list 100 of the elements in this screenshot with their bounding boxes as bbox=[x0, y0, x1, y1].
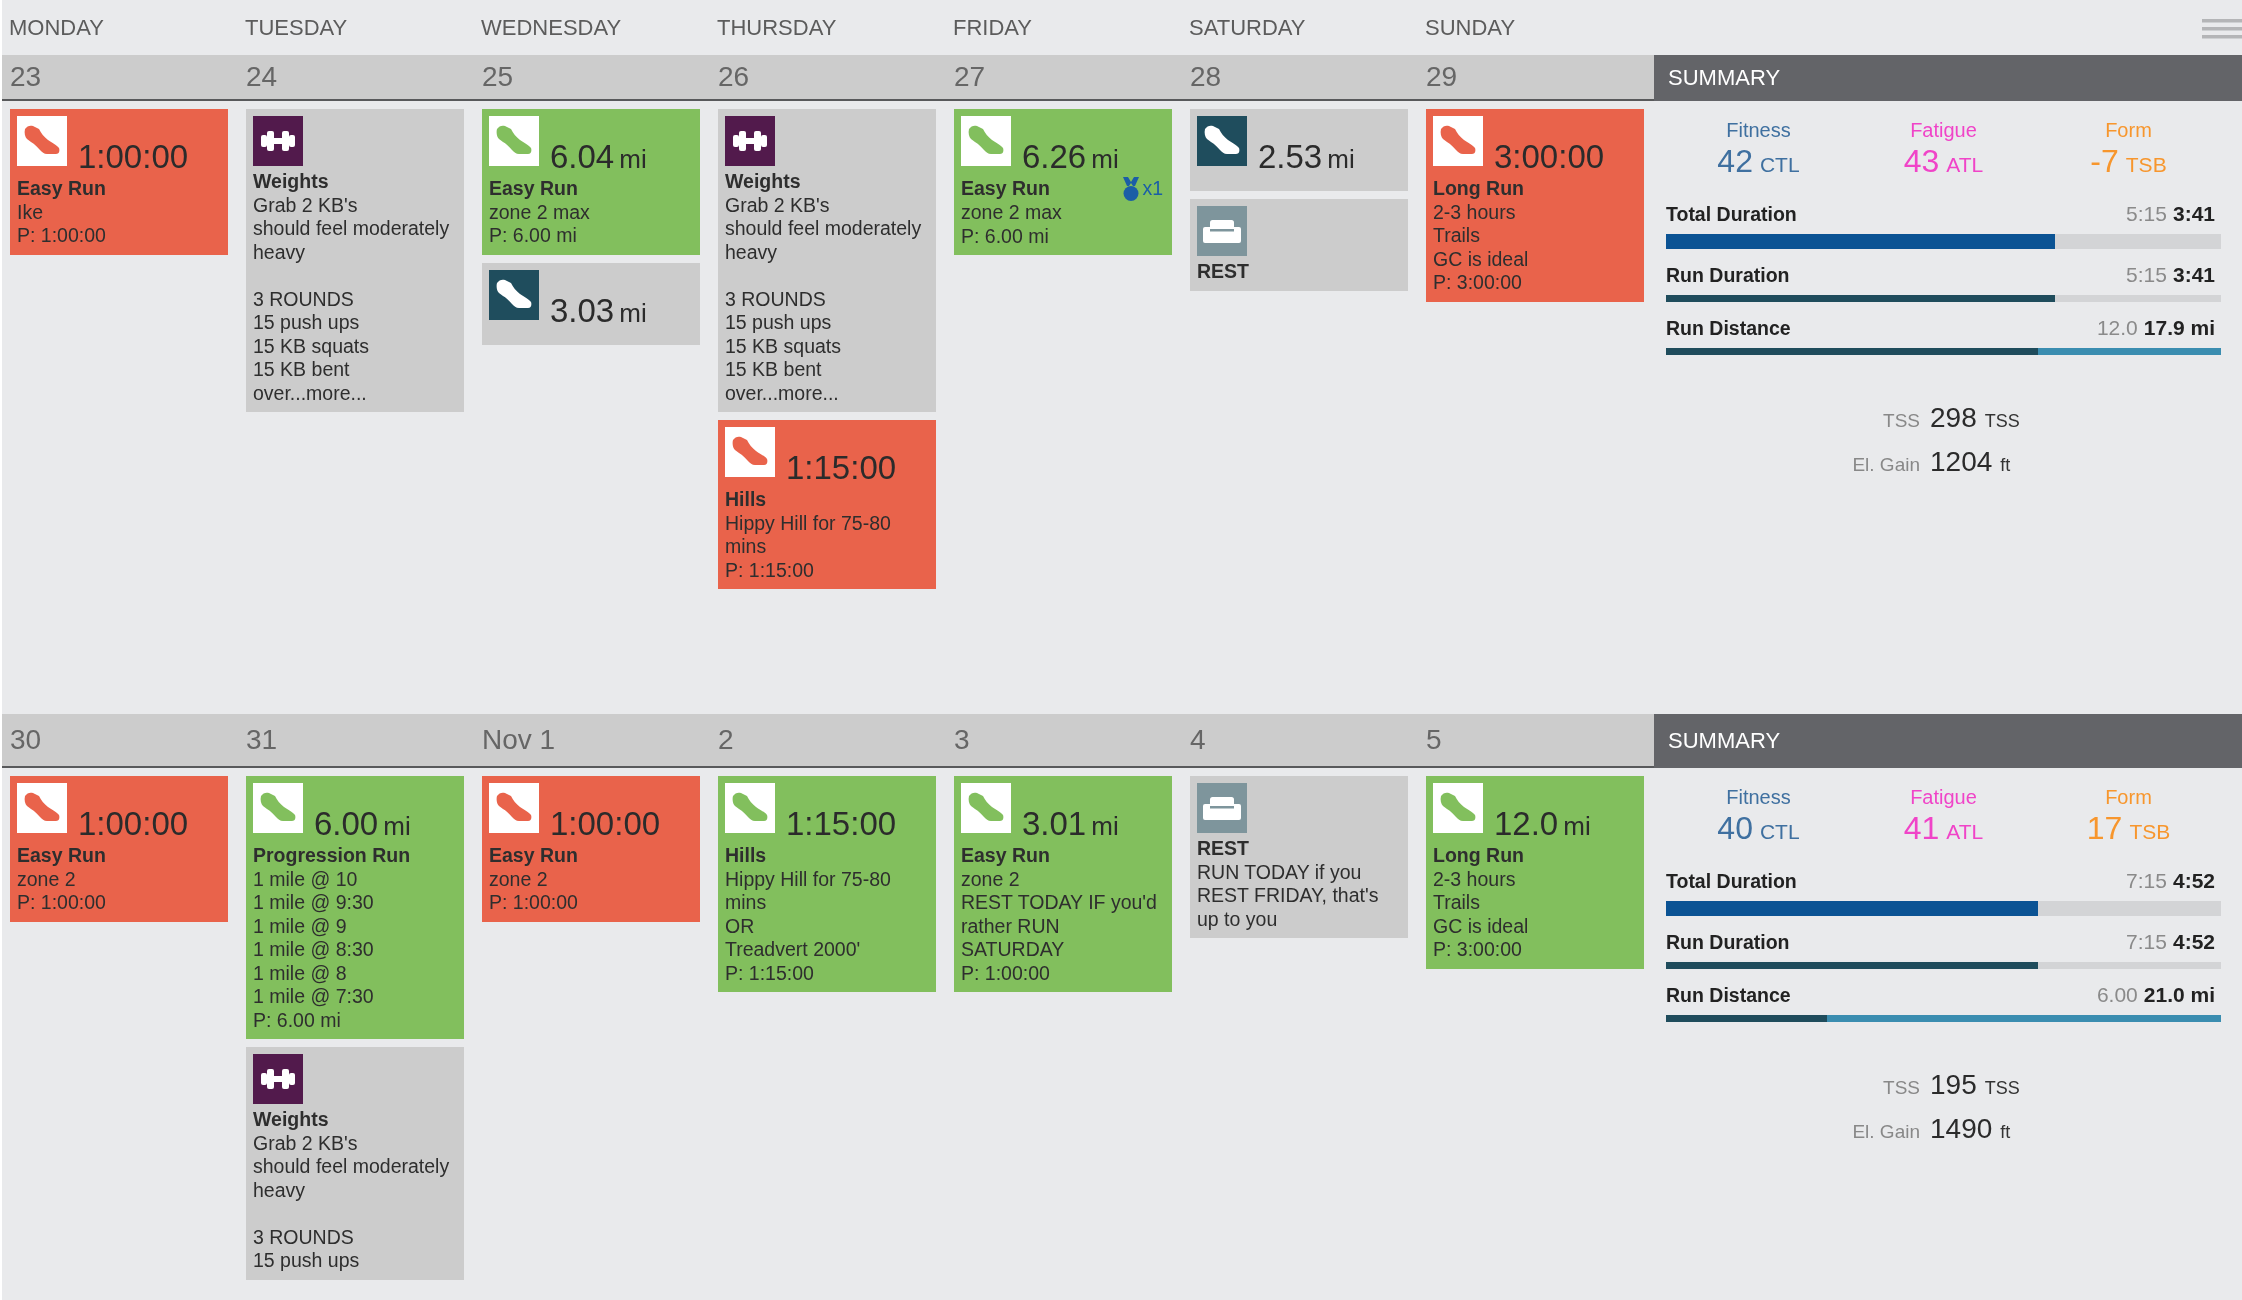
workout-title: Long Run bbox=[1433, 177, 1524, 201]
stat-value: 12.0 bbox=[2096, 316, 2138, 340]
planned-value: P: 6.00 mi bbox=[253, 1008, 342, 1032]
workout-card[interactable]: 1:00:00 Easy Run zone 2 P: 1:00:00 bbox=[482, 776, 700, 922]
date-label: 27 bbox=[953, 61, 987, 93]
workout-card[interactable]: Weights Grab 2 KB's should feel moderately heavy 3 ROUNDS 15 push ups bbox=[246, 1047, 464, 1280]
workout-title: Hills bbox=[725, 844, 767, 868]
workout-card[interactable]: Weights Grab 2 KB's should feel moderately heavy 3 ROUNDS 15 push ups 15 KB squats 15 KB bent over...more... bbox=[246, 109, 464, 412]
date-label: 4 bbox=[1189, 724, 1207, 756]
day-name: SATURDAY bbox=[1188, 14, 1307, 41]
summary-header: SUMMARY bbox=[1654, 55, 2242, 101]
metric-unit: mi bbox=[619, 299, 647, 326]
stat-value: 7:15 bbox=[2126, 869, 2167, 893]
workout-card[interactable]: 2.53 mi bbox=[1190, 109, 1408, 191]
workout-title: Easy Run bbox=[17, 844, 106, 868]
metric-unit: TSB bbox=[2129, 819, 2171, 845]
stat-label: Run Duration bbox=[1666, 930, 1790, 954]
workout-title: Easy Run bbox=[961, 844, 1050, 868]
date-label: 29 bbox=[1425, 61, 1459, 93]
workout-description: 2-3 hours Trails GC is ideal bbox=[1433, 200, 1530, 271]
metric-unit: CTL bbox=[1759, 152, 1800, 178]
dumbbell-icon bbox=[725, 116, 775, 166]
metric-unit: mi bbox=[1091, 146, 1119, 172]
menu-icon[interactable] bbox=[2202, 19, 2242, 40]
badge-count: x1 bbox=[1142, 177, 1163, 201]
stat-value: 7:15 bbox=[2126, 930, 2167, 954]
workout-card[interactable]: 6.04 mi Easy Run zone 2 max P: 6.00 mi bbox=[482, 109, 700, 255]
shoe-icon bbox=[961, 783, 1011, 833]
stat-unit: TSS bbox=[1984, 1078, 2020, 1099]
metric-label: Form bbox=[2104, 785, 2153, 809]
metric-value: -7 bbox=[2090, 142, 2119, 180]
date-label: 30 bbox=[9, 724, 43, 756]
metric-value: 6.04 bbox=[550, 140, 615, 173]
workout-card[interactable]: 1:00:00 Easy Run zone 2 P: 1:00:00 bbox=[10, 776, 228, 922]
workout-description: Grab 2 KB's should feel moderately heavy 3 ROUNDS 15 push ups 15 KB squats 15 KB bent over...more... bbox=[725, 193, 923, 405]
stat-label: Run Duration bbox=[1666, 263, 1790, 287]
metric-unit: mi bbox=[1563, 813, 1591, 839]
workout-card[interactable]: 1:15:00 Hills Hippy Hill for 75-80 mins OR Treadvert 2000' P: 1:15:00 bbox=[718, 776, 936, 992]
metric-value: 2.53 bbox=[1258, 140, 1323, 173]
metric-unit: ATL bbox=[1946, 819, 1984, 845]
date-label: 26 bbox=[717, 61, 751, 93]
workout-card[interactable]: 3.01 mi Easy Run zone 2 REST TODAY IF you'd rather RUN SATURDAY P: 1:00:00 bbox=[954, 776, 1172, 992]
shoe-icon bbox=[725, 427, 775, 477]
shoe-icon bbox=[253, 783, 303, 833]
workout-description: Ike bbox=[17, 200, 44, 224]
workout-card[interactable]: REST RUN TODAY if you REST FRIDAY, that's up to you bbox=[1190, 776, 1408, 938]
workout-card[interactable]: 1:00:00 Easy Run Ike P: 1:00:00 bbox=[10, 109, 228, 255]
workout-title: Easy Run bbox=[961, 177, 1050, 201]
workout-description: 1 mile @ 10 1 mile @ 9:30 1 mile @ 9 1 mile @ 8:30 1 mile @ 8 1 mile @ 7:30 bbox=[253, 867, 375, 1009]
workout-title: Easy Run bbox=[17, 177, 106, 201]
workout-title: Progression Run bbox=[253, 844, 411, 868]
workout-card[interactable]: 1:15:00 Hills Hippy Hill for 75-80 mins P: 1:15:00 bbox=[718, 420, 936, 589]
summary-header: SUMMARY bbox=[1654, 714, 2242, 768]
shoe-icon bbox=[1433, 783, 1483, 833]
workout-card[interactable]: 6.00 mi Progression Run 1 mile @ 10 1 mile @ 9:30 1 mile @ 9 1 mile @ 8:30 1 mile @ 8 1 mile @ 7:30 P: 6.00 mi bbox=[246, 776, 464, 1039]
couch-icon bbox=[1197, 783, 1247, 833]
day-name: THURSDAY bbox=[716, 14, 838, 41]
workout-description: Grab 2 KB's should feel moderately heavy 3 ROUNDS 15 push ups bbox=[253, 1131, 451, 1273]
stat-label: TSS bbox=[1883, 410, 1920, 432]
workout-description: zone 2 max bbox=[961, 201, 1063, 225]
workout-card[interactable]: REST bbox=[1190, 199, 1408, 291]
date-label: 5 bbox=[1425, 724, 1443, 756]
shoe-icon bbox=[1433, 116, 1483, 166]
day-name: TUESDAY bbox=[244, 14, 349, 41]
day-name: FRIDAY bbox=[952, 14, 1034, 41]
planned-value: P: 1:00:00 bbox=[17, 891, 107, 915]
shoe-icon bbox=[1197, 116, 1247, 166]
metric-unit: mi bbox=[619, 146, 647, 172]
workout-title: Weights bbox=[253, 170, 329, 194]
shoe-icon bbox=[489, 783, 539, 833]
stat-label: Run Distance bbox=[1666, 316, 1791, 340]
metric-value: 1:00:00 bbox=[550, 807, 661, 840]
stat-total: 17.9 mi bbox=[2143, 316, 2215, 340]
workout-title: Easy Run bbox=[489, 177, 578, 201]
date-label: 23 bbox=[9, 61, 43, 93]
workout-card[interactable]: Weights Grab 2 KB's should feel moderately heavy 3 ROUNDS 15 push ups 15 KB squats 15 KB bent over...more... bbox=[718, 109, 936, 412]
metric-label: Fatigue bbox=[1909, 118, 1978, 142]
shoe-icon bbox=[961, 116, 1011, 166]
planned-value: P: 3:00:00 bbox=[1433, 271, 1523, 295]
shoe-icon bbox=[489, 269, 539, 320]
day-name: MONDAY bbox=[8, 14, 105, 41]
workout-card[interactable]: 3:00:00 Long Run 2-3 hours Trails GC is ideal P: 3:00:00 bbox=[1426, 109, 1644, 302]
metric-value: 41 bbox=[1903, 809, 1940, 847]
planned-value: P: 1:15:00 bbox=[725, 961, 815, 985]
stat-total: 21.0 mi bbox=[2143, 983, 2215, 1007]
stat-value: 6.00 bbox=[2096, 983, 2138, 1007]
workout-title: Easy Run bbox=[489, 844, 578, 868]
day-name: WEDNESDAY bbox=[480, 14, 623, 41]
workout-card[interactable]: 3.03 mi bbox=[482, 262, 700, 345]
workout-description: zone 2 REST TODAY IF you'd rather RUN SATURDAY bbox=[961, 867, 1158, 962]
shoe-icon bbox=[489, 116, 539, 166]
workout-title: Hills bbox=[725, 488, 767, 512]
stat-label: Total Duration bbox=[1666, 869, 1797, 893]
workout-card[interactable]: 12.0 mi Long Run 2-3 hours Trails GC is ideal P: 3:00:00 bbox=[1426, 776, 1644, 969]
metric-value: 17 bbox=[2086, 809, 2123, 847]
shoe-icon bbox=[17, 783, 67, 833]
metric-value: 3.01 bbox=[1022, 807, 1087, 840]
dumbbell-icon bbox=[253, 116, 303, 166]
metric-value: 40 bbox=[1717, 809, 1753, 847]
workout-card[interactable]: 6.26 mi Easy Run x1 zone 2 max P: 6.00 mi bbox=[954, 109, 1172, 255]
